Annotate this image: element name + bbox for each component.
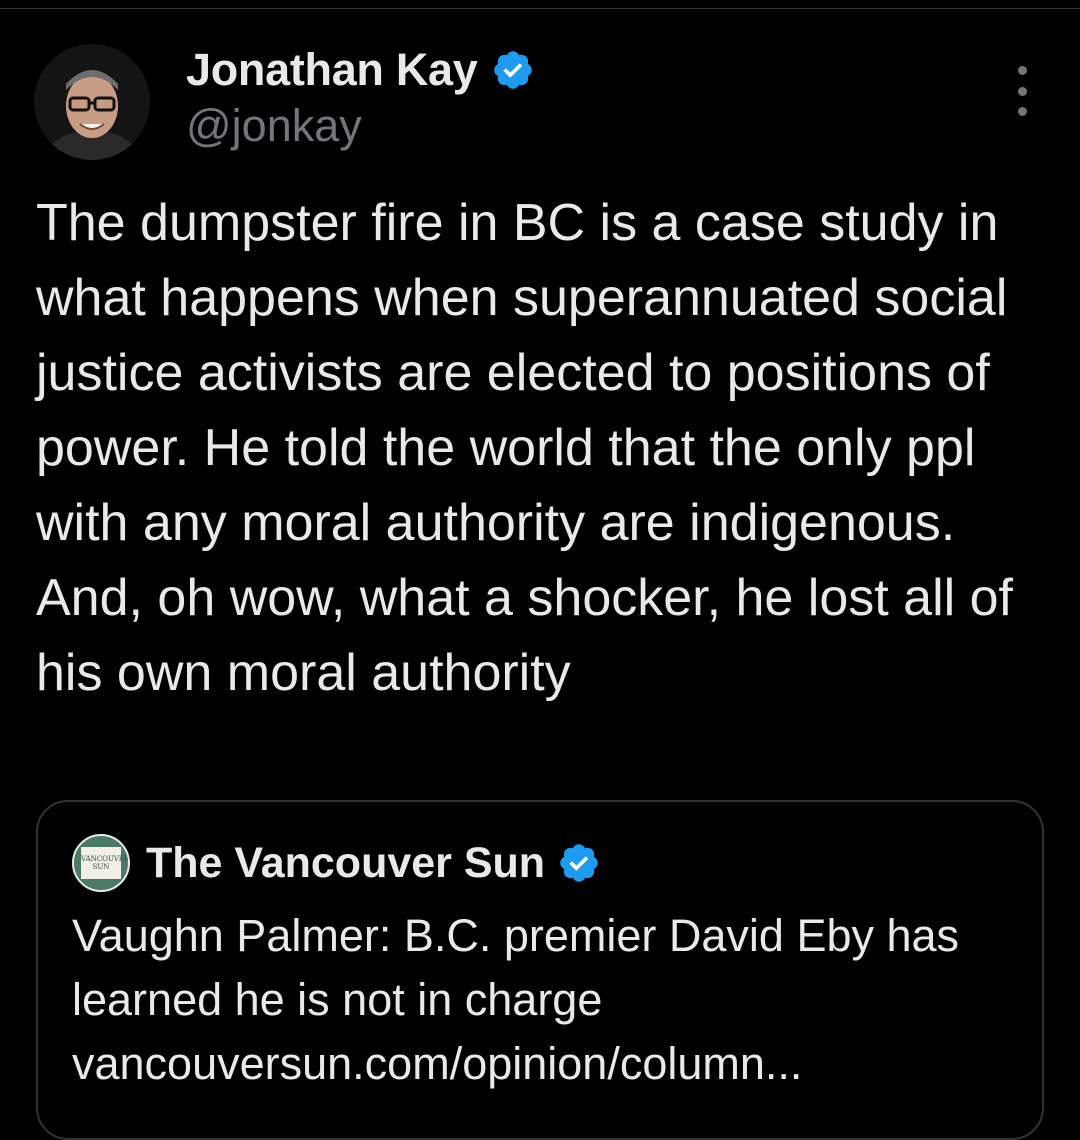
author-name[interactable]: Jonathan Kay	[186, 44, 478, 96]
more-options-button[interactable]	[1004, 66, 1040, 116]
author-name-row[interactable]: Jonathan Kay	[186, 40, 535, 100]
more-vertical-icon-dot	[1017, 107, 1027, 116]
quote-tweet-text: Vaughn Palmer: B.C. premier David Eby ha…	[72, 910, 960, 1089]
verified-badge-icon	[560, 844, 598, 882]
quote-author-row[interactable]: The Vancouver Sun	[146, 832, 601, 894]
author-handle[interactable]: @jonkay	[186, 100, 362, 152]
more-vertical-icon	[1017, 66, 1027, 75]
top-divider	[0, 8, 1080, 9]
vancouver-sun-logo-icon: VANCOUVER SUN	[81, 847, 128, 879]
quote-tweet-card[interactable]: VANCOUVER SUN The Vancouver Sun Vaughn Pa…	[36, 800, 1044, 1140]
author-avatar[interactable]	[34, 44, 150, 160]
more-vertical-icon-dot	[1017, 86, 1027, 96]
verified-badge-icon	[494, 51, 533, 89]
quote-author-avatar[interactable]: VANCOUVER SUN	[72, 834, 130, 892]
quote-author-name[interactable]: The Vancouver Sun	[146, 839, 545, 888]
profile-photo-icon	[34, 44, 150, 160]
tweet-text: The dumpster fire in BC is a case study …	[36, 194, 1014, 702]
